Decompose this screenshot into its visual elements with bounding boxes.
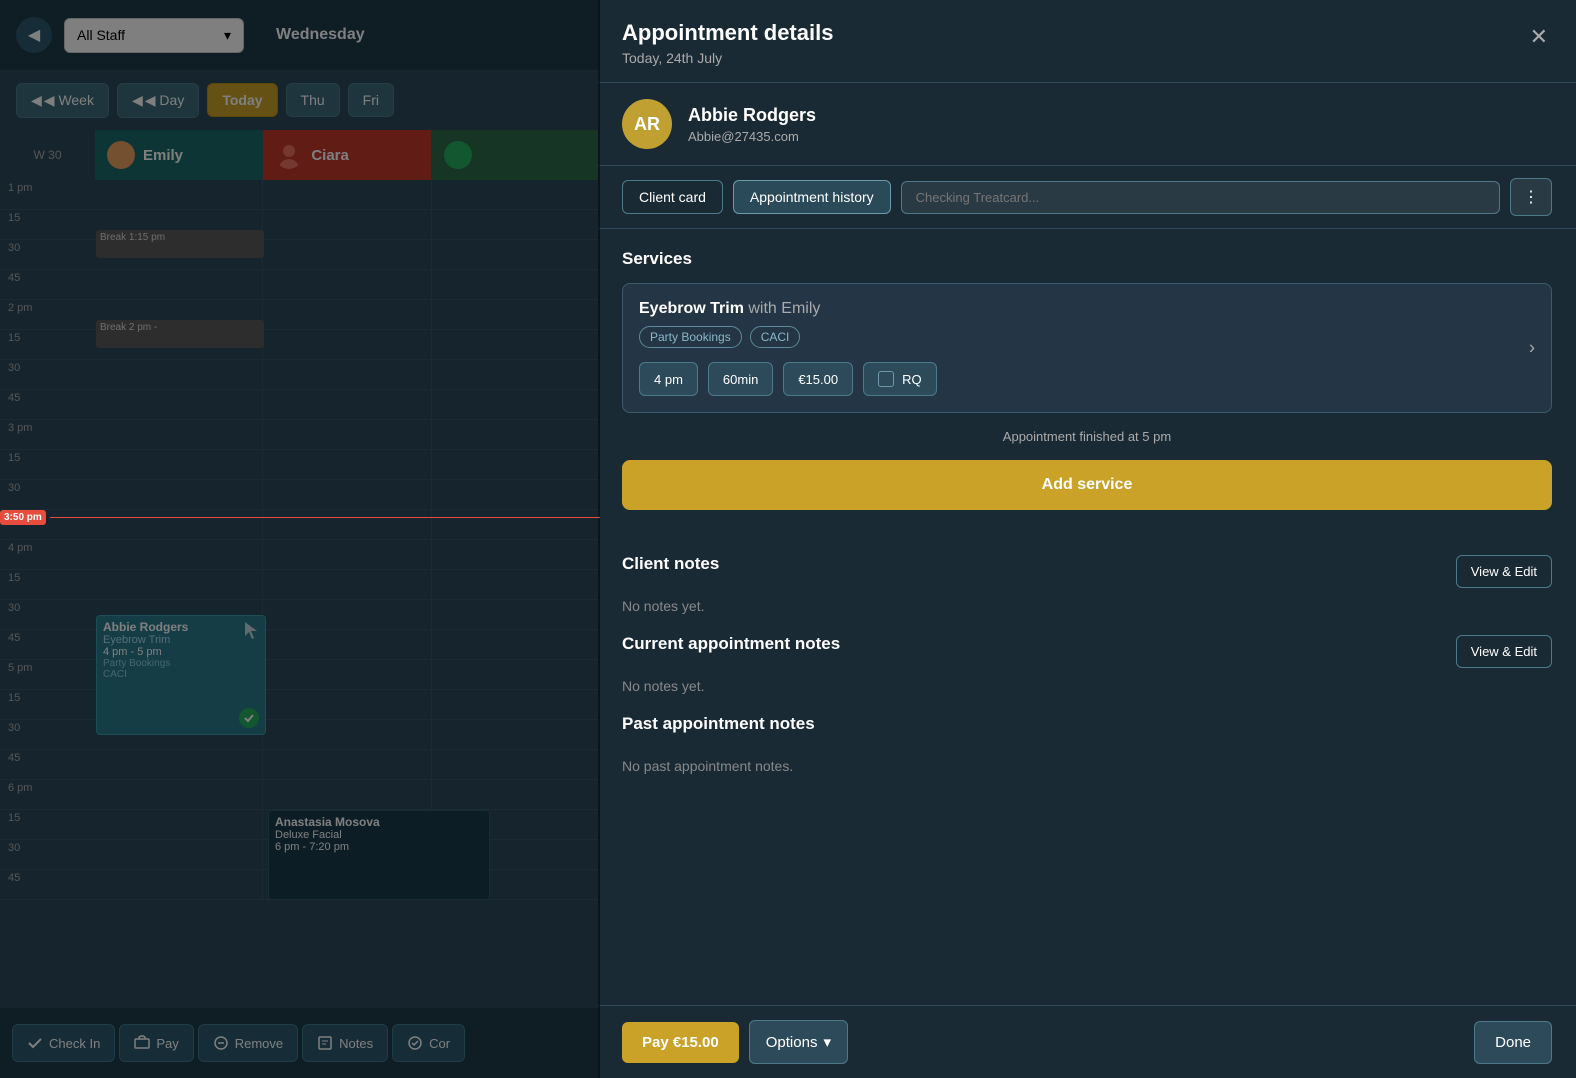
client-notes-text: No notes yet. [622, 598, 1552, 614]
close-button[interactable]: ✕ [1526, 20, 1552, 54]
service-tags: Party Bookings CACI [639, 326, 1535, 348]
past-notes-text: No past appointment notes. [622, 758, 1552, 774]
client-notes-header: Client notes View & Edit [622, 554, 1552, 588]
panel-done-button[interactable]: Done [1474, 1021, 1552, 1064]
panel-body: Services Eyebrow Trim with Emily Party B… [598, 229, 1576, 1005]
past-notes-header: Past appointment notes [622, 714, 1552, 748]
price-pill: €15.00 [783, 362, 853, 396]
panel-header: Appointment details Today, 24th July ✕ [598, 0, 1576, 83]
tab-client-card[interactable]: Client card [622, 180, 723, 214]
client-name: Abbie Rodgers [688, 105, 816, 126]
service-tag-caci: CACI [750, 326, 801, 348]
services-title: Services [622, 249, 1552, 269]
checkbox-pill[interactable]: RQ [863, 362, 937, 396]
chevron-down-icon: ▾ [823, 1033, 831, 1051]
duration-pill: 60min [708, 362, 773, 396]
past-notes-title: Past appointment notes [622, 714, 815, 734]
overlay [0, 0, 600, 1078]
panel-options-button[interactable]: Options ▾ [749, 1020, 848, 1064]
service-card[interactable]: Eyebrow Trim with Emily Party Bookings C… [622, 283, 1552, 413]
panel-date: Today, 24th July [622, 50, 833, 66]
time-indicator: 3:50 pm [0, 510, 600, 525]
add-service-button[interactable]: Add service [622, 460, 1552, 510]
client-notes-title: Client notes [622, 554, 719, 574]
panel-title: Appointment details [622, 20, 833, 46]
tab-appointment-history[interactable]: Appointment history [733, 180, 891, 214]
time-pill: 4 pm [639, 362, 698, 396]
current-notes-view-edit-button[interactable]: View & Edit [1456, 635, 1552, 668]
services-section: Services Eyebrow Trim with Emily Party B… [622, 249, 1552, 534]
service-details: 4 pm 60min €15.00 RQ [639, 362, 1535, 396]
panel-pay-button[interactable]: Pay €15.00 [622, 1022, 739, 1063]
current-notes-header: Current appointment notes View & Edit [622, 634, 1552, 668]
more-options-button[interactable]: ⋮ [1510, 178, 1552, 216]
service-name: Eyebrow Trim with Emily [639, 300, 1535, 318]
client-avatar: AR [622, 99, 672, 149]
appointment-end-note: Appointment finished at 5 pm [622, 429, 1552, 444]
client-email: Abbie@27435.com [688, 129, 816, 144]
past-appointment-notes-section: Past appointment notes No past appointme… [622, 714, 1552, 774]
client-notes-section: Client notes View & Edit No notes yet. [622, 554, 1552, 614]
service-tag-party: Party Bookings [639, 326, 742, 348]
service-checkbox[interactable] [878, 371, 894, 387]
calendar-section: ◀ All Staff ▾ Wednesday ◀ ◀ Week ◀ ◀ Day… [0, 0, 600, 1078]
chevron-right-icon: › [1529, 338, 1535, 359]
appointment-details-panel: Appointment details Today, 24th July ✕ A… [598, 0, 1576, 1078]
time-indicator-line [50, 517, 600, 518]
current-appointment-notes-section: Current appointment notes View & Edit No… [622, 634, 1552, 694]
client-info: AR Abbie Rodgers Abbie@27435.com [598, 83, 1576, 166]
tab-bar: Client card Appointment history ⋮ [598, 166, 1576, 229]
current-notes-text: No notes yet. [622, 678, 1552, 694]
panel-bottom-bar: Pay €15.00 Options ▾ Done [598, 1005, 1576, 1078]
current-time-label: 3:50 pm [0, 510, 46, 525]
client-notes-view-edit-button[interactable]: View & Edit [1456, 555, 1552, 588]
current-notes-title: Current appointment notes [622, 634, 840, 654]
treatcard-search-input[interactable] [901, 181, 1500, 214]
